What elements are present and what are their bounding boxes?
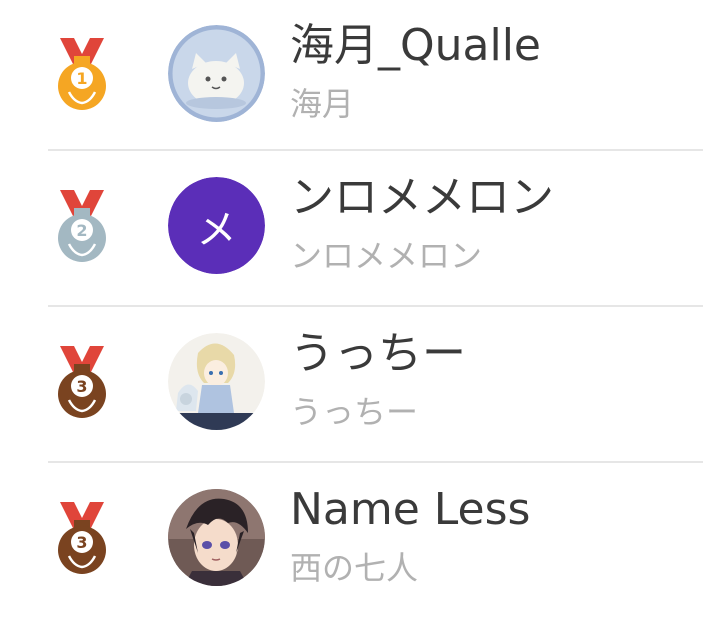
cat-avatar-icon	[168, 25, 265, 122]
bronze-medal-icon: 3	[52, 500, 112, 576]
ranking-row[interactable]: 3 うっちー うっちー	[0, 308, 703, 464]
divider	[48, 461, 703, 463]
ranking-row[interactable]: 3 Name Less 西の七人	[0, 464, 703, 620]
divider	[48, 305, 703, 307]
medal-rank-number: 3	[76, 533, 87, 552]
ranking-row[interactable]: 1 海月_Qualle 海月	[0, 0, 703, 156]
user-name: ンロメメロン	[290, 172, 554, 223]
avatar[interactable]	[168, 25, 265, 122]
anime-character-avatar-icon	[168, 333, 265, 430]
divider	[48, 149, 703, 151]
medal-rank-number: 2	[76, 221, 87, 240]
ranking-list: 1 海月_Qualle 海月 2 メ ンロメメロン ンロメメロン 3 うっちー …	[0, 0, 703, 608]
anime-boy-avatar-icon	[168, 489, 265, 586]
medal-rank-number: 3	[76, 377, 87, 396]
silver-medal-icon: 2	[52, 188, 112, 264]
user-subtitle: 西の七人	[290, 549, 419, 587]
user-name: うっちー	[290, 328, 466, 379]
gold-medal-icon: 1	[52, 36, 112, 112]
avatar[interactable]	[168, 489, 265, 586]
user-subtitle: うっちー	[290, 393, 419, 431]
letter-avatar-icon: メ	[168, 177, 265, 274]
user-subtitle: ンロメメロン	[290, 237, 483, 275]
user-name: 海月_Qualle	[290, 20, 542, 71]
user-name: Name Less	[290, 484, 531, 535]
medal-rank-number: 1	[76, 69, 87, 88]
avatar[interactable]	[168, 333, 265, 430]
ranking-row[interactable]: 2 メ ンロメメロン ンロメメロン	[0, 152, 703, 308]
avatar[interactable]: メ	[168, 177, 265, 274]
user-subtitle: 海月	[290, 85, 355, 123]
bronze-medal-icon: 3	[52, 344, 112, 420]
